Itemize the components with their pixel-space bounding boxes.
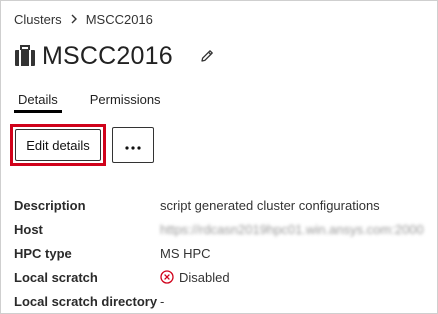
- breadcrumb-clusters-link[interactable]: Clusters: [14, 12, 62, 27]
- status-text: Disabled: [179, 269, 230, 285]
- detail-row-local-scratch: Local scratch Disabled: [14, 265, 424, 289]
- page-title: MSCC2016: [42, 41, 173, 70]
- x-circle-icon: [160, 270, 174, 284]
- pencil-icon[interactable]: [199, 48, 215, 64]
- detail-value-host: https://rdcasn2019hpc01.win.ansys.com:20…: [160, 221, 424, 237]
- detail-value: script generated cluster configurations: [160, 197, 380, 213]
- tab-bar: Details Permissions: [14, 89, 189, 113]
- details-list: Description script generated cluster con…: [14, 193, 424, 313]
- edit-details-button[interactable]: Edit details: [15, 129, 101, 161]
- more-horizontal-icon: [125, 138, 141, 153]
- detail-label: HPC type: [14, 245, 72, 261]
- page-frame: Clusters MSCC2016 MSCC2016 Details Permi…: [0, 0, 438, 314]
- tab-details[interactable]: Details: [14, 89, 62, 113]
- more-options-button[interactable]: [112, 127, 154, 163]
- detail-row-local-scratch-directory: Local scratch directory -: [14, 289, 424, 313]
- detail-row-hpc-type: HPC type MS HPC: [14, 241, 424, 265]
- detail-label: Host: [14, 221, 43, 237]
- detail-label: Local scratch: [14, 269, 98, 285]
- tab-permissions[interactable]: Permissions: [86, 89, 165, 113]
- edit-button-highlight: Edit details: [10, 124, 106, 166]
- detail-value: MS HPC: [160, 245, 211, 261]
- chevron-right-icon: [70, 14, 78, 24]
- briefcase-icon: [14, 44, 36, 68]
- detail-row-host: Host https://rdcasn2019hpc01.win.ansys.c…: [14, 217, 424, 241]
- detail-row-description: Description script generated cluster con…: [14, 193, 424, 217]
- breadcrumb-current: MSCC2016: [85, 11, 153, 27]
- detail-value-status: Disabled: [160, 270, 230, 285]
- detail-label: Description: [14, 197, 86, 213]
- detail-label: Local scratch directory: [14, 293, 158, 309]
- action-row: Edit details: [10, 124, 154, 166]
- breadcrumb: Clusters MSCC2016: [14, 10, 153, 28]
- title-row: MSCC2016: [14, 39, 215, 73]
- detail-value: -: [160, 293, 165, 309]
